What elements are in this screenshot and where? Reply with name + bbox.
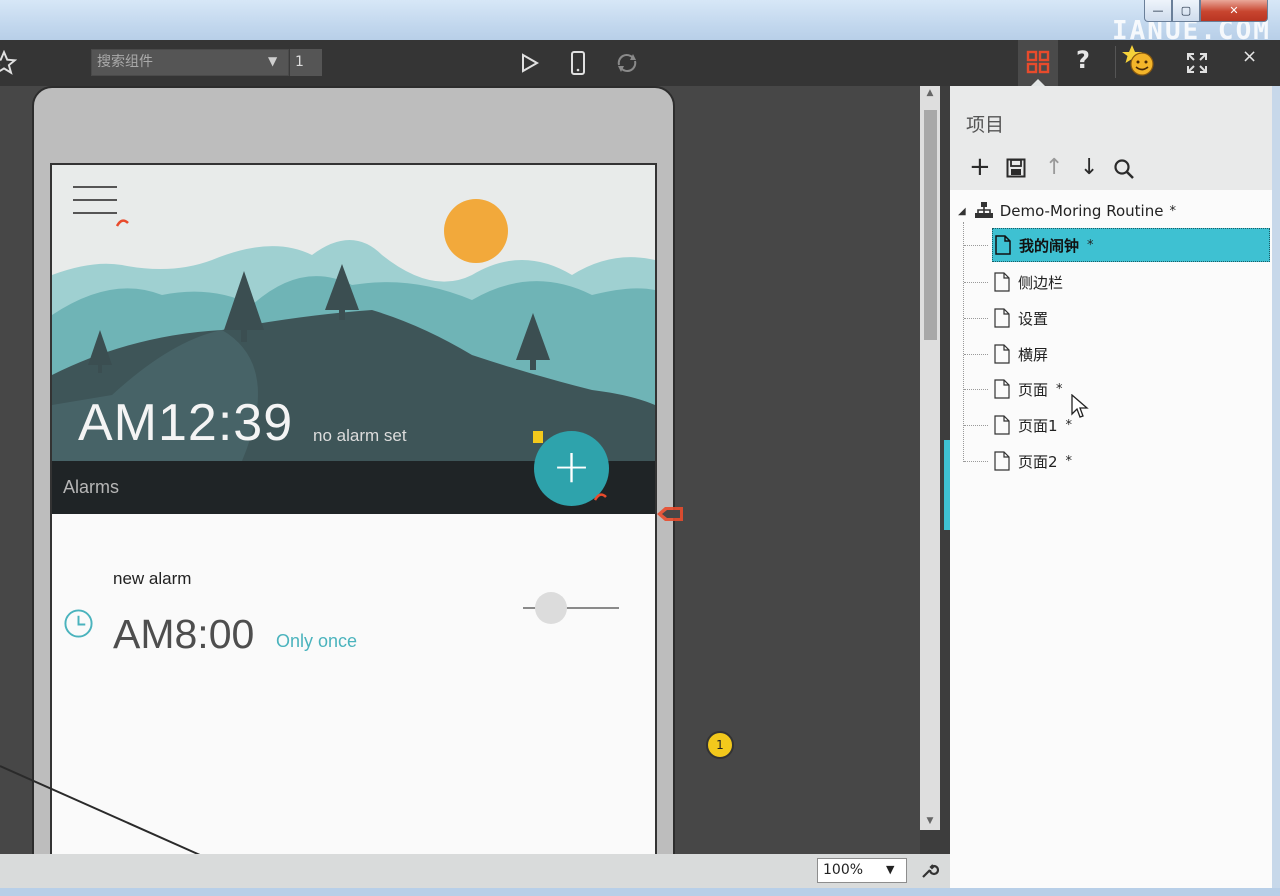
component-search-input[interactable]: 搜索组件: [91, 49, 289, 76]
window-bottom-border: [0, 888, 1280, 896]
alarm-status-text: no alarm set: [313, 426, 407, 445]
save-icon[interactable]: [1006, 158, 1026, 178]
star-icon[interactable]: [0, 50, 17, 76]
toggle-thumb[interactable]: [535, 592, 567, 624]
selection-pointer: [1031, 79, 1045, 86]
close-icon[interactable]: ×: [1242, 46, 1257, 67]
mouse-cursor-icon: [1071, 394, 1089, 418]
alarm-repeat[interactable]: Only once: [276, 631, 357, 652]
connector-line: [0, 765, 201, 856]
page-label: 设置: [1018, 309, 1049, 328]
add-icon[interactable]: +: [969, 152, 991, 182]
alarm-time: AM8:00: [113, 611, 255, 657]
modified-marker: *: [1056, 381, 1063, 397]
play-icon[interactable]: [519, 52, 541, 74]
page-icon: [995, 235, 1011, 255]
window-titlebar: [0, 0, 1280, 40]
collapse-triangle-icon[interactable]: ◢: [958, 206, 966, 217]
page-item[interactable]: 设置: [964, 301, 1270, 335]
rotate-icon[interactable]: [614, 51, 640, 75]
page-item[interactable]: 侧边栏: [964, 265, 1270, 299]
page-item[interactable]: 我的闹钟 *: [964, 228, 1270, 262]
page-item[interactable]: 页面1 *: [964, 408, 1270, 442]
project-panel-header: [950, 86, 1272, 190]
page-icon: [994, 415, 1010, 435]
scroll-thumb[interactable]: [924, 110, 937, 340]
help-icon[interactable]: ?: [1076, 46, 1090, 74]
modified-marker: *: [1065, 453, 1073, 469]
phone-screen[interactable]: AM12:39 no alarm set Alarms + new alarm …: [50, 163, 657, 854]
note-icon: [533, 431, 543, 443]
scroll-up-icon[interactable]: ▲: [924, 88, 936, 100]
page-label: 页面: [1018, 380, 1049, 399]
modified-marker: *: [1169, 203, 1176, 219]
page-icon: [994, 379, 1010, 399]
tree-root-project[interactable]: ◢ Demo-Moring Routine *: [958, 198, 1176, 224]
flag-marker-icon[interactable]: [656, 506, 684, 522]
grid-icon: [1026, 50, 1050, 74]
fullscreen-icon[interactable]: [1185, 51, 1209, 75]
hamburger-menu-icon[interactable]: [73, 186, 117, 216]
status-bar: [0, 854, 950, 888]
sitemap-icon: [974, 202, 993, 218]
page-number-field[interactable]: 1: [289, 49, 322, 76]
wrench-icon[interactable]: [919, 861, 939, 881]
move-up-icon[interactable]: ↑: [1045, 155, 1063, 180]
page-label: 横屏: [1018, 345, 1049, 364]
clock-icon: [64, 609, 93, 638]
search-icon[interactable]: [1113, 158, 1135, 180]
chevron-down-icon[interactable]: ▼: [268, 54, 277, 68]
page-item[interactable]: 横屏: [964, 337, 1270, 371]
page-label: 我的闹钟: [1019, 236, 1080, 255]
modified-marker: *: [1087, 237, 1094, 253]
alarms-title: Alarms: [63, 477, 120, 497]
maximize-button[interactable]: ▢: [1172, 0, 1200, 22]
minimize-button[interactable]: —: [1144, 0, 1172, 22]
page-item[interactable]: 页面2 *: [964, 444, 1270, 478]
scroll-down-icon[interactable]: ▼: [924, 816, 936, 828]
interaction-marker-icon: [116, 219, 129, 227]
page-item[interactable]: 页面 *: [964, 372, 1270, 406]
page-icon: [994, 308, 1010, 328]
phone-icon[interactable]: [569, 50, 587, 76]
project-panel-title: 项目: [966, 114, 1005, 136]
page-label: 页面2: [1018, 452, 1058, 471]
alarm-name: new alarm: [113, 569, 192, 588]
canvas-scrollbar[interactable]: ▲ ▼: [920, 86, 940, 830]
page-label: 侧边栏: [1018, 273, 1064, 292]
grid-view-button[interactable]: [1018, 40, 1058, 86]
page-icon: [994, 272, 1010, 292]
alarm-toggle[interactable]: [523, 591, 619, 625]
page-icon: [994, 451, 1010, 471]
hero-illustration: AM12:39 no alarm set: [52, 165, 655, 461]
panel-resize-handle[interactable]: [944, 440, 950, 530]
interaction-marker-icon: [594, 493, 607, 501]
window-right-border: [1272, 86, 1280, 888]
emoji-icon[interactable]: [1122, 44, 1158, 78]
page-icon: [994, 344, 1010, 364]
chevron-down-icon[interactable]: ▼: [886, 863, 894, 876]
page-label: 页面1: [1018, 416, 1058, 435]
note-badge[interactable]: 1: [706, 731, 734, 759]
current-time: AM12:39: [78, 394, 294, 452]
toolbar-divider: [1115, 46, 1116, 78]
project-name: Demo-Moring Routine: [999, 202, 1164, 220]
move-down-icon[interactable]: ↓: [1080, 155, 1098, 180]
window-close-button[interactable]: ✕: [1200, 0, 1268, 22]
